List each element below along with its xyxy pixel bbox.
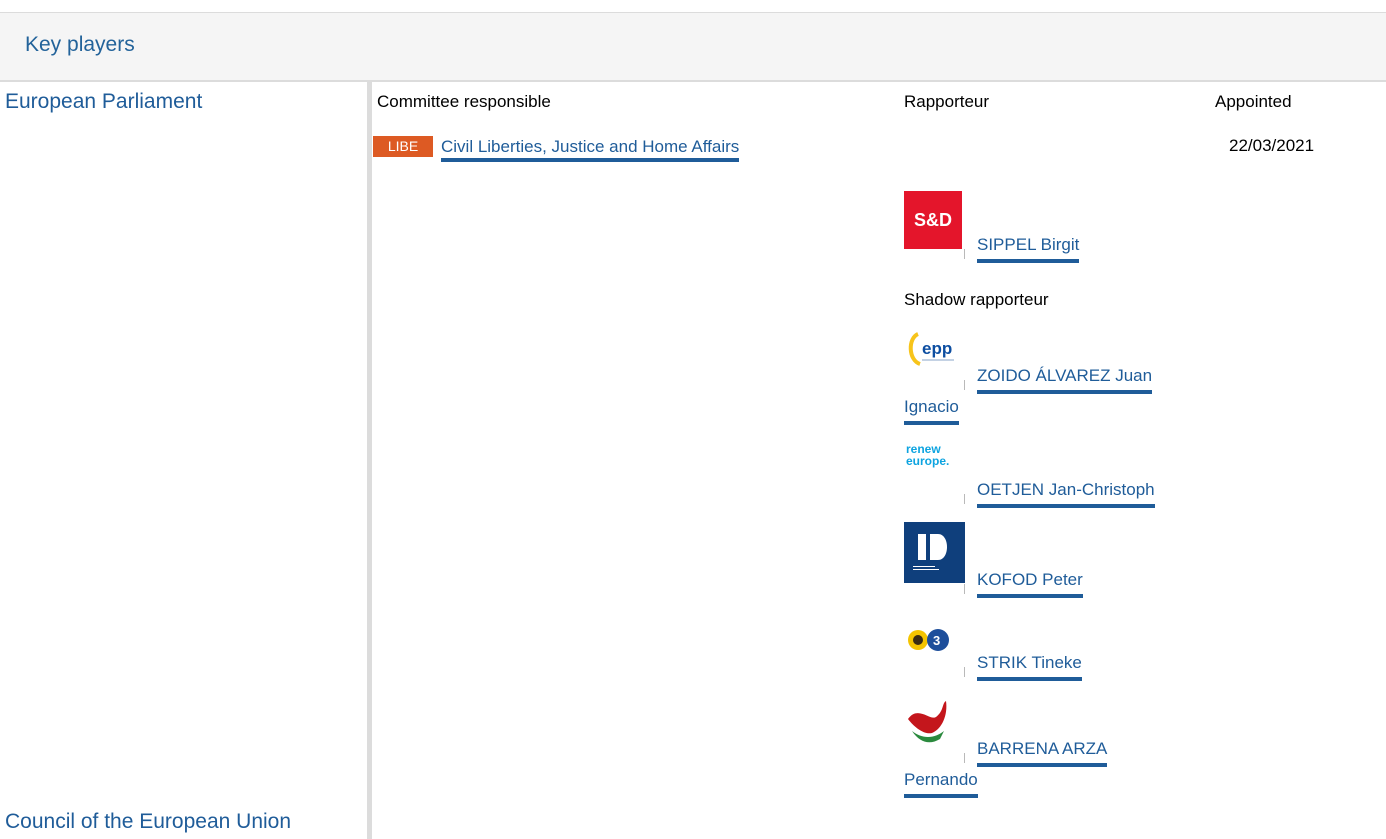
shadow-rapporteur-4-link[interactable]: STRIK Tineke (977, 649, 1082, 681)
shadow-rapporteur-3-link[interactable]: KOFOD Peter (977, 566, 1083, 598)
institution-column (0, 82, 372, 839)
greens-efa-logo-icon: 3 (908, 629, 949, 651)
shadow-rapporteur-2-link[interactable]: OETJEN Jan-Christoph (977, 476, 1155, 508)
renew-group-logo: renew europe. (904, 435, 962, 485)
shadow-rapporteur-5-link-cont[interactable]: Pernando (904, 766, 978, 798)
id-logo-icon (913, 534, 947, 570)
appointed-date: 22/03/2021 (1229, 136, 1315, 155)
renew-logo-text-2: europe. (906, 454, 950, 468)
rapporteur-link[interactable]: SIPPEL Birgit (977, 231, 1080, 263)
logo-tick (964, 380, 965, 390)
greens-efa-group-logo: 3 (904, 622, 962, 662)
rapporteur-column-header: Rapporteur (904, 92, 990, 111)
svg-text:epp: epp (922, 339, 952, 358)
logo-tick (964, 584, 965, 594)
epp-logo-icon: epp (908, 332, 954, 366)
shadow-rapporteur-5-link[interactable]: BARRENA ARZA (977, 735, 1108, 767)
key-players-header: Key players (0, 13, 1386, 82)
committee-code-badge: LIBE (373, 136, 433, 157)
logo-tick (964, 249, 965, 259)
appointed-column-header: Appointed (1215, 92, 1292, 111)
left-group-logo (904, 695, 962, 750)
logo-tick (964, 667, 965, 677)
institution-council[interactable]: Council of the European Union (5, 810, 291, 834)
epp-group-logo: epp (904, 324, 962, 374)
logo-tick (964, 753, 965, 763)
sd-group-logo: S&D (904, 191, 962, 249)
left-logo-icon (908, 701, 947, 743)
institution-parliament[interactable]: European Parliament (5, 90, 202, 114)
sd-logo-text: S&D (913, 209, 952, 230)
shadow-rapporteur-1-link[interactable]: ZOIDO ÁLVAREZ Juan (977, 362, 1153, 394)
shadow-rapporteur-1-link-cont[interactable]: Ignacio (904, 393, 959, 425)
section-title: Key players (25, 33, 135, 56)
logo-tick (964, 494, 965, 504)
committee-link[interactable]: Civil Liberties, Justice and Home Affair… (441, 136, 740, 162)
committee-column-header: Committee responsible (377, 92, 551, 111)
id-group-logo (904, 522, 965, 583)
shadow-rapporteur-label: Shadow rapporteur (904, 290, 1049, 309)
svg-text:3: 3 (933, 633, 940, 648)
